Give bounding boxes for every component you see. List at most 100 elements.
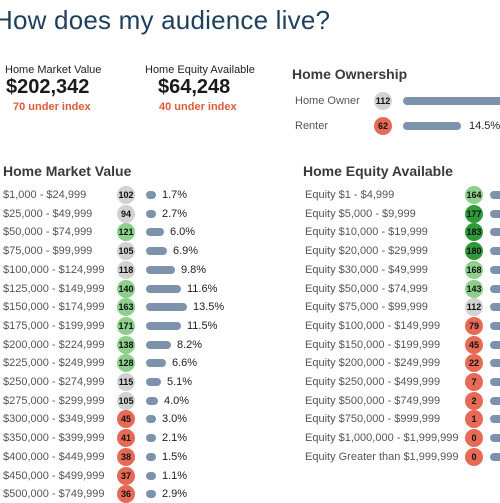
hea-row-label: Equity $5,000 - $9,999 bbox=[305, 208, 416, 220]
home-equity-title: Home Equity Available bbox=[303, 163, 453, 179]
hmv-index-badge: 45 bbox=[117, 410, 135, 428]
hea-bar bbox=[490, 415, 500, 423]
ownership-row-label: Renter bbox=[295, 120, 329, 132]
hmv-row-label: $300,000 - $349,999 bbox=[3, 413, 105, 425]
hea-bar bbox=[490, 378, 500, 386]
hmv-pct: 6.9% bbox=[173, 245, 199, 257]
hea-index-badge: 112 bbox=[465, 298, 483, 316]
hmv-bar bbox=[146, 191, 156, 199]
hmv-pct: 2.1% bbox=[162, 432, 188, 444]
hmv-pct: 6.6% bbox=[172, 357, 198, 369]
hmv-bar bbox=[146, 490, 156, 498]
hmv-bar bbox=[146, 210, 156, 218]
hea-row-label: Equity $30,000 - $49,999 bbox=[305, 264, 428, 276]
hmv-pct: 13.5% bbox=[193, 301, 225, 313]
hea-index-badge: 168 bbox=[465, 261, 483, 279]
hea-index-badge: 22 bbox=[465, 354, 483, 372]
hmv-row-label: $150,000 - $174,999 bbox=[3, 301, 105, 313]
hmv-index-badge: 121 bbox=[117, 223, 135, 241]
hea-row-label: Equity $250,000 - $499,999 bbox=[305, 376, 441, 388]
kpi-equity-label: Home Equity Available bbox=[145, 64, 255, 76]
hmv-bar bbox=[146, 266, 175, 274]
hmv-pct: 4.0% bbox=[164, 395, 190, 407]
hea-index-badge: 177 bbox=[465, 205, 483, 223]
hmv-bar bbox=[146, 434, 156, 442]
hmv-pct: 9.8% bbox=[181, 264, 207, 276]
hmv-index-badge: 138 bbox=[117, 336, 135, 354]
hmv-index-badge: 105 bbox=[117, 242, 135, 260]
kpi-equity-index: 40 under index bbox=[159, 101, 237, 113]
home-ownership-title: Home Ownership bbox=[292, 66, 408, 82]
hmv-index-badge: 105 bbox=[117, 392, 135, 410]
hea-bar bbox=[490, 228, 500, 236]
hmv-bar bbox=[146, 303, 187, 311]
hea-bar bbox=[490, 247, 500, 255]
hmv-index-badge: 36 bbox=[117, 485, 135, 503]
hmv-row-label: $175,000 - $199,999 bbox=[3, 320, 105, 332]
hea-bar bbox=[490, 303, 500, 311]
hmv-bar bbox=[146, 415, 156, 423]
hmv-row-label: $25,000 - $49,999 bbox=[3, 208, 93, 220]
hea-index-badge: 45 bbox=[465, 336, 483, 354]
page-title: How does my audience live? bbox=[0, 5, 331, 35]
hmv-row-label: $100,000 - $124,999 bbox=[3, 264, 105, 276]
hea-bar bbox=[490, 191, 500, 199]
hmv-row-label: $350,000 - $399,999 bbox=[3, 432, 105, 444]
hmv-pct: 8.2% bbox=[177, 339, 203, 351]
hmv-index-badge: 128 bbox=[117, 354, 135, 372]
hea-row-label: Equity $200,000 - $249,999 bbox=[305, 357, 441, 369]
hmv-row-label: $500,000 - $749,999 bbox=[3, 488, 105, 500]
kpi-market-value: $202,342 bbox=[6, 76, 90, 98]
hmv-index-badge: 102 bbox=[117, 186, 135, 204]
hmv-row-label: $1,000 - $24,999 bbox=[3, 189, 87, 201]
hea-row-label: Equity $150,000 - $199,999 bbox=[305, 339, 441, 351]
hea-index-badge: 0 bbox=[465, 429, 483, 447]
hea-bar bbox=[490, 359, 500, 367]
hmv-index-badge: 115 bbox=[117, 373, 135, 391]
hmv-bar bbox=[146, 341, 171, 349]
hea-index-badge: 1 bbox=[465, 410, 483, 428]
hmv-pct: 3.0% bbox=[162, 413, 188, 425]
hmv-bar bbox=[146, 397, 158, 405]
hea-index-badge: 183 bbox=[465, 223, 483, 241]
ownership-index-badge: 112 bbox=[374, 92, 392, 110]
hmv-pct: 2.9% bbox=[162, 488, 188, 500]
hmv-pct: 1.5% bbox=[162, 451, 188, 463]
hmv-bar bbox=[146, 285, 181, 293]
hmv-row-label: $225,000 - $249,999 bbox=[3, 357, 105, 369]
ownership-row-label: Home Owner bbox=[295, 95, 360, 107]
hmv-index-badge: 94 bbox=[117, 205, 135, 223]
kpi-equity-value: $64,248 bbox=[158, 76, 231, 98]
hmv-bar bbox=[146, 453, 156, 461]
home-market-value-title: Home Market Value bbox=[3, 163, 132, 179]
ownership-bar bbox=[403, 97, 500, 105]
hmv-row-label: $450,000 - $499,999 bbox=[3, 470, 105, 482]
hea-index-badge: 2 bbox=[465, 392, 483, 410]
hea-bar bbox=[490, 397, 500, 405]
hea-bar bbox=[490, 453, 500, 461]
hea-index-badge: 79 bbox=[465, 317, 483, 335]
hea-index-badge: 180 bbox=[465, 242, 483, 260]
ownership-index-badge: 62 bbox=[374, 117, 392, 135]
kpi-market-value-index: 70 under index bbox=[13, 101, 91, 113]
hmv-index-badge: 37 bbox=[117, 467, 135, 485]
hea-bar bbox=[490, 322, 500, 330]
hmv-pct: 11.5% bbox=[187, 320, 218, 332]
hea-bar bbox=[490, 341, 500, 349]
hmv-index-badge: 140 bbox=[117, 280, 135, 298]
hea-bar bbox=[490, 434, 500, 442]
hea-row-label: Equity $1,000,000 - $1,999,999 bbox=[305, 432, 459, 444]
hea-index-badge: 7 bbox=[465, 373, 483, 391]
hea-row-label: Equity $20,000 - $29,999 bbox=[305, 245, 428, 257]
hea-index-badge: 164 bbox=[465, 186, 483, 204]
ownership-bar bbox=[403, 122, 461, 130]
hmv-index-badge: 163 bbox=[117, 298, 135, 316]
hmv-pct: 1.1% bbox=[162, 470, 188, 482]
hmv-row-label: $125,000 - $149,999 bbox=[3, 283, 105, 295]
hea-index-badge: 143 bbox=[465, 280, 483, 298]
hea-bar bbox=[490, 266, 500, 274]
hea-row-label: Equity Greater than $1,999,999 bbox=[305, 451, 459, 463]
hmv-pct: 11.6% bbox=[187, 283, 218, 295]
hmv-index-badge: 38 bbox=[117, 448, 135, 466]
hea-row-label: Equity $100,000 - $149,999 bbox=[305, 320, 441, 332]
